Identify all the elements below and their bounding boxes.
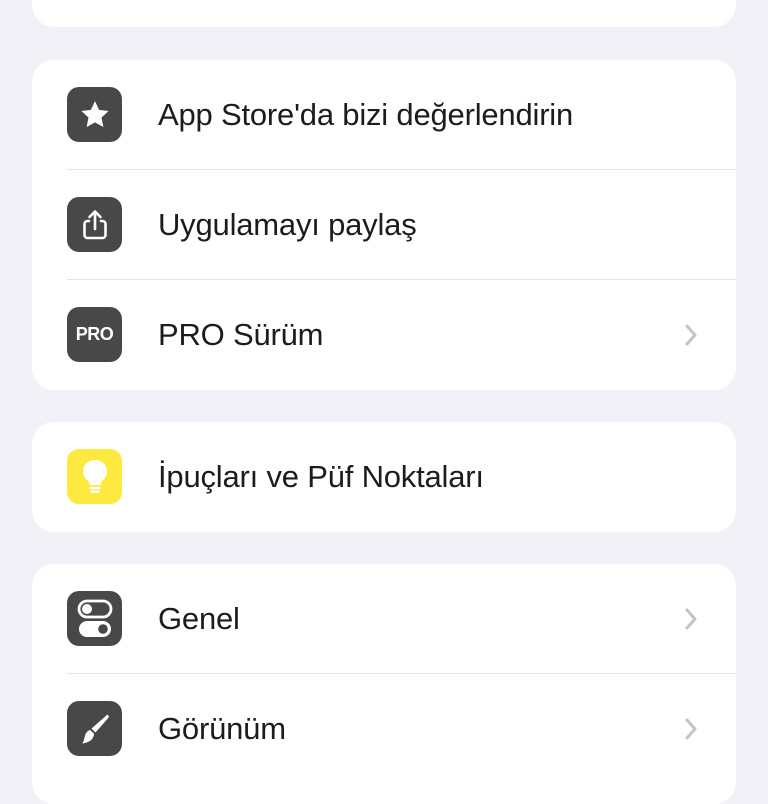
- rate-app-label: App Store'da bizi değerlendirin: [158, 97, 574, 132]
- toggle-icon: [67, 591, 122, 646]
- pro-version-row[interactable]: PRO PRO Sürüm: [32, 280, 736, 390]
- lightbulb-icon: [67, 449, 122, 504]
- rate-app-row[interactable]: App Store'da bizi değerlendirin: [32, 60, 736, 170]
- share-app-row[interactable]: Uygulamayı paylaş: [32, 170, 736, 280]
- pro-version-label: PRO Sürüm: [158, 317, 324, 352]
- tips-row[interactable]: İpuçları ve Püf Noktaları: [32, 422, 736, 532]
- appearance-label: Görünüm: [158, 711, 286, 746]
- general-row[interactable]: Genel: [32, 564, 736, 674]
- general-label: Genel: [158, 601, 240, 636]
- paintbrush-icon: [67, 701, 122, 756]
- chevron-right-icon: [685, 718, 697, 740]
- chevron-right-icon: [685, 324, 697, 346]
- settings-group-general: Genel Görünüm: [32, 564, 736, 804]
- star-icon: [67, 87, 122, 142]
- share-icon: [67, 197, 122, 252]
- settings-group-feedback: App Store'da bizi değerlendirin Uygulama…: [32, 60, 736, 390]
- share-app-label: Uygulamayı paylaş: [158, 207, 417, 242]
- tips-label: İpuçları ve Püf Noktaları: [158, 459, 484, 494]
- settings-group-tips: İpuçları ve Püf Noktaları: [32, 422, 736, 532]
- settings-card-top-partial: [32, 0, 736, 27]
- chevron-right-icon: [685, 608, 697, 630]
- pro-badge-text: PRO: [75, 324, 114, 344]
- pro-badge-icon: PRO: [67, 307, 122, 362]
